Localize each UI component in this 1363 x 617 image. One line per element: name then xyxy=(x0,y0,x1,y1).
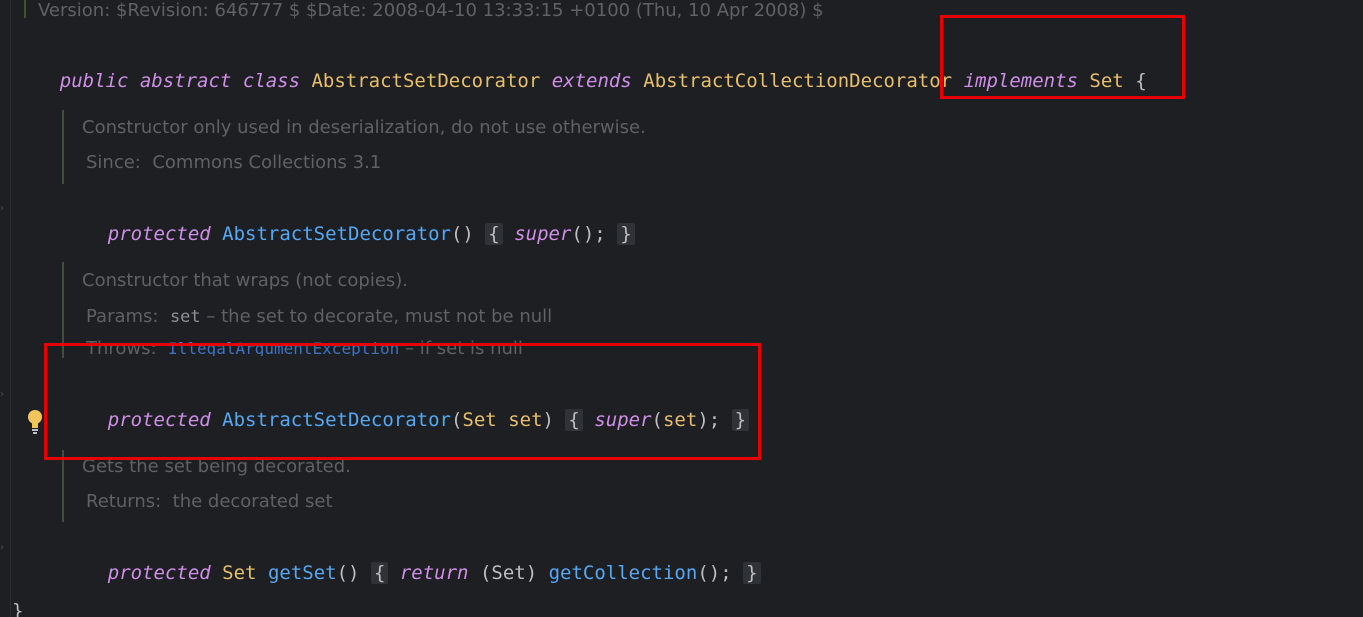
header-comment: Version: $Revision: 646777 $ $Date: 2008… xyxy=(38,0,824,21)
call-name[interactable]: getCollection xyxy=(549,562,698,584)
call-parens: (); xyxy=(697,562,732,584)
fold-arrow-icon[interactable]: › xyxy=(0,542,8,554)
returns-label: Returns: xyxy=(86,491,162,512)
parens: () xyxy=(450,223,474,245)
constructor-default[interactable]: protected AbstractSetDecorator() { super… xyxy=(62,195,635,273)
method-name[interactable]: getSet xyxy=(268,562,337,584)
param-desc: – the set to decorate, must not be null xyxy=(206,306,553,327)
class-closing-brace: } xyxy=(12,600,24,617)
code-editor[interactable]: Version: $Revision: 646777 $ $Date: 2008… xyxy=(0,0,1363,617)
doc-since: Since: Commons Collections 3.1 xyxy=(86,150,381,176)
doc-returns: Returns: the decorated set xyxy=(86,489,333,515)
fold-arrow-icon[interactable]: › xyxy=(0,389,8,401)
constructor-name[interactable]: AbstractSetDecorator xyxy=(222,223,451,245)
folded-brace-open[interactable]: { xyxy=(370,562,389,584)
doc-comment-bar xyxy=(62,450,64,522)
since-value: Commons Collections 3.1 xyxy=(152,152,382,173)
folded-brace-close[interactable]: } xyxy=(617,223,635,245)
parent-class-name[interactable]: AbstractCollectionDecorator xyxy=(643,70,952,92)
highlight-box-implements xyxy=(940,15,1185,99)
doc-comment-text: Constructor only used in deserialization… xyxy=(82,117,646,138)
folded-brace-close[interactable]: } xyxy=(743,562,761,584)
returns-value: the decorated set xyxy=(172,491,333,512)
highlight-box-constructor xyxy=(44,343,761,460)
keyword-abstract: abstract xyxy=(139,70,232,92)
doc-comment-bar xyxy=(24,0,26,18)
keyword-return: return xyxy=(399,562,469,584)
keyword-extends: extends xyxy=(551,70,632,92)
keyword-protected: protected xyxy=(107,223,211,245)
keyword-super: super xyxy=(514,223,572,245)
doc-comment-text: Constructor that wraps (not copies). xyxy=(82,270,409,291)
super-call: (); xyxy=(571,223,606,245)
since-label: Since: xyxy=(86,152,141,173)
folded-brace-open[interactable]: { xyxy=(485,223,503,245)
keyword-protected: protected xyxy=(107,562,211,584)
doc-comment-bar xyxy=(62,110,64,184)
doc-params: Params: set – the set to decorate, must … xyxy=(86,304,552,330)
class-name[interactable]: AbstractSetDecorator xyxy=(311,70,540,92)
param-name: set xyxy=(169,307,201,327)
params-label: Params: xyxy=(86,306,159,327)
return-type[interactable]: Set xyxy=(222,562,256,584)
gutter-divider xyxy=(10,0,11,617)
parens: () xyxy=(336,562,360,584)
keyword-class: class xyxy=(242,70,301,92)
cast: (Set) xyxy=(479,562,538,584)
lightbulb-icon[interactable] xyxy=(26,409,44,435)
fold-arrow-icon[interactable]: › xyxy=(0,203,8,215)
method-getset[interactable]: protected Set getSet() { return (Set) ge… xyxy=(62,534,761,612)
keyword-public: public xyxy=(59,70,129,92)
